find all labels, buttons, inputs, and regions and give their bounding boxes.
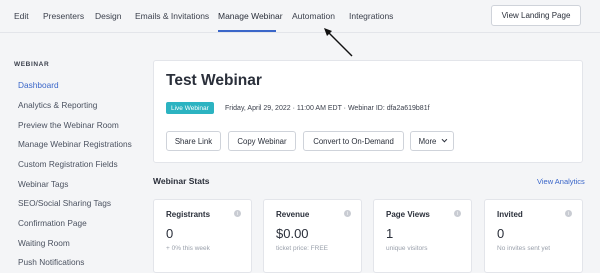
sidebar-item-dashboard[interactable]: Dashboard — [18, 80, 59, 90]
sidebar-item-webinar-tags[interactable]: Webinar Tags — [18, 179, 68, 189]
stat-label: Invited — [497, 210, 523, 219]
info-icon[interactable]: i — [344, 210, 351, 217]
stat-label: Registrants — [166, 210, 211, 219]
sidebar-item-preview-webinar-room[interactable]: Preview the Webinar Room — [18, 120, 119, 130]
tab-edit[interactable]: Edit — [14, 11, 29, 21]
stat-card-page-views: Page Views i 1 unique visitors — [373, 199, 472, 273]
webinar-title: Test Webinar — [166, 72, 262, 89]
tab-emails-invitations[interactable]: Emails & Invitations — [135, 11, 209, 21]
sidebar-item-custom-registration-fields[interactable]: Custom Registration Fields — [18, 159, 118, 169]
copy-webinar-button[interactable]: Copy Webinar — [228, 131, 296, 151]
view-analytics-link[interactable]: View Analytics — [537, 177, 585, 186]
view-landing-page-button[interactable]: View Landing Page — [491, 5, 581, 26]
stat-label: Page Views — [386, 210, 430, 219]
info-icon[interactable]: i — [565, 210, 572, 217]
info-icon[interactable]: i — [234, 210, 241, 217]
tab-integrations[interactable]: Integrations — [349, 11, 393, 21]
stat-subtext: No invites sent yet — [497, 245, 551, 252]
webinar-stats-title: Webinar Stats — [153, 176, 210, 186]
stat-value: 1 — [386, 226, 394, 241]
sidebar-section-title: WEBINAR — [14, 61, 50, 68]
stat-card-registrants: Registrants i 0 + 0% this week — [153, 199, 252, 273]
stat-subtext: + 0% this week — [166, 245, 210, 252]
tab-automation[interactable]: Automation — [292, 11, 335, 21]
annotation-arrow-icon — [324, 28, 353, 57]
active-tab-indicator — [218, 30, 276, 32]
tab-design[interactable]: Design — [95, 11, 121, 21]
stat-value: 0 — [497, 226, 505, 241]
stat-label: Revenue — [276, 210, 310, 219]
stat-value: $0.00 — [276, 226, 309, 241]
top-nav: Edit Presenters Design Emails & Invitati… — [0, 0, 600, 33]
live-webinar-badge: Live Webinar — [166, 102, 214, 114]
sidebar-item-seo-social-tags[interactable]: SEO/Social Sharing Tags — [18, 198, 111, 208]
stat-value: 0 — [166, 226, 174, 241]
info-icon[interactable]: i — [454, 210, 461, 217]
more-button[interactable]: More — [410, 131, 454, 151]
stat-subtext: ticket price: FREE — [276, 245, 329, 252]
sidebar-item-push-notifications[interactable]: Push Notifications — [18, 257, 84, 267]
webinar-meta: Friday, April 29, 2022 · 11:00 AM EDT · … — [225, 105, 430, 112]
stat-subtext: unique visitors — [386, 245, 428, 252]
stat-card-invited: Invited i 0 No invites sent yet — [484, 199, 583, 273]
stat-card-revenue: Revenue i $0.00 ticket price: FREE — [263, 199, 362, 273]
sidebar-item-analytics-reporting[interactable]: Analytics & Reporting — [18, 100, 97, 110]
sidebar-item-manage-registrations[interactable]: Manage Webinar Registrations — [18, 139, 132, 149]
tab-presenters[interactable]: Presenters — [43, 11, 84, 21]
sidebar-item-confirmation-page[interactable]: Confirmation Page — [18, 218, 87, 228]
tab-manage-webinar[interactable]: Manage Webinar — [218, 11, 283, 21]
sidebar-item-waiting-room[interactable]: Waiting Room — [18, 238, 70, 248]
chevron-down-icon — [441, 136, 448, 143]
more-label: More — [418, 136, 437, 146]
convert-on-demand-button[interactable]: Convert to On-Demand — [303, 131, 404, 151]
share-link-button[interactable]: Share Link — [166, 131, 221, 151]
